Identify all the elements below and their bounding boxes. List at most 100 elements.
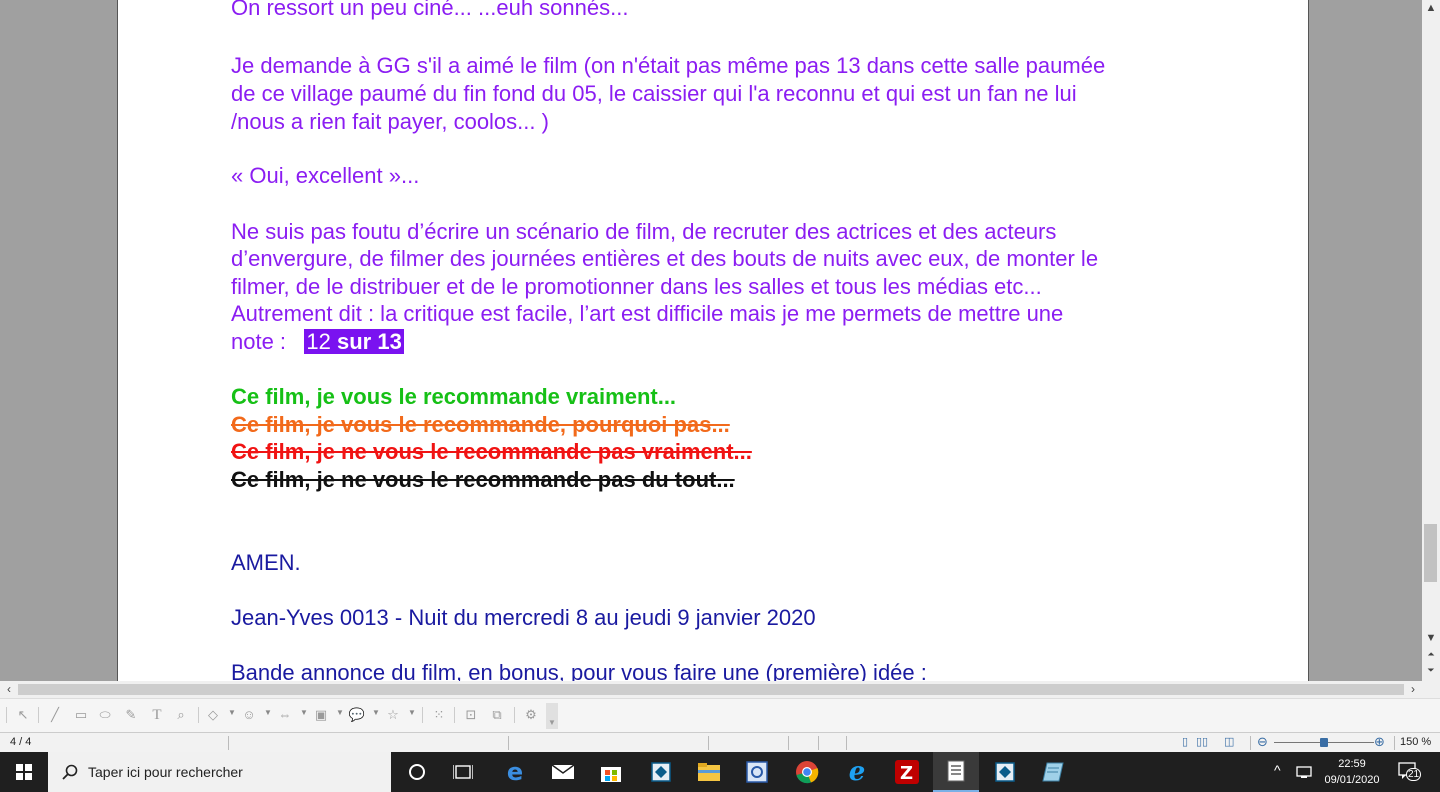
paragraph-line: « Oui, excellent »... — [231, 163, 420, 188]
libreoffice-draw-icon[interactable] — [933, 752, 979, 792]
next-page-icon[interactable]: ⏷ — [1422, 662, 1440, 678]
toggle-extrusion-icon[interactable]: ⚙ — [522, 707, 540, 723]
search-icon — [62, 764, 78, 780]
chevron-down-icon[interactable]: ▼ — [372, 708, 380, 717]
toolbar-separator — [514, 707, 515, 723]
trailer-text: Bande annonce du film, en bonus, pour vo… — [231, 660, 927, 681]
multi-page-view-icon[interactable]: ▯▯ — [1196, 735, 1208, 748]
recommendation-1: Ce film, je vous le recommande vraiment.… — [231, 384, 677, 409]
filezilla-icon[interactable]: Z — [884, 752, 930, 792]
callout-tool-icon[interactable]: ⌕ — [172, 707, 190, 723]
chrome-icon[interactable] — [784, 752, 830, 792]
show-hidden-icons-icon[interactable]: ^ — [1274, 762, 1281, 778]
notepad-icon[interactable] — [1030, 752, 1076, 792]
drawing-toolbar: ↖ ╱ ▭ ⬭ ✎ T ⌕ ◇ ▼ ☺ ▼ ⇔ ▼ ▣ ▼ 💬 ▼ ☆ ▼ ⁙ … — [0, 698, 1440, 733]
previous-page-icon[interactable]: ⏶ — [1422, 646, 1440, 662]
horizontal-scroll-thumb[interactable] — [18, 684, 1404, 695]
chevron-down-icon[interactable]: ▼ — [408, 708, 416, 717]
chevron-down-icon[interactable]: ▼ — [264, 708, 272, 717]
rectangle-tool-icon[interactable]: ▭ — [72, 707, 90, 723]
search-placeholder: Taper ici pour rechercher — [88, 764, 243, 780]
scroll-right-arrow-icon[interactable]: › — [1404, 681, 1422, 698]
toolbar-separator — [38, 707, 39, 723]
single-page-view-icon[interactable]: ▯ — [1182, 735, 1188, 748]
vertical-scroll-thumb[interactable] — [1424, 524, 1437, 582]
block-arrows-icon[interactable]: ⇔ — [276, 707, 294, 723]
windows-taskbar: Taper ici pour rechercher e e Z ^ 22:59 … — [0, 752, 1440, 792]
note-rest: sur 13 — [330, 329, 402, 354]
line-tool-icon[interactable]: ╱ — [46, 707, 64, 723]
recommendation-2: Ce film, je vous le recommande, pourquoi… — [231, 412, 730, 437]
notification-count: 21 — [1406, 768, 1422, 781]
notification-center-icon[interactable]: 21 — [1398, 762, 1422, 782]
chevron-down-icon[interactable]: ▼ — [300, 708, 308, 717]
amen-text: AMEN. — [231, 550, 301, 575]
taskbar-clock[interactable]: 22:59 09/01/2020 — [1318, 756, 1386, 788]
book-view-icon[interactable]: ◫ — [1224, 735, 1234, 748]
symbol-shapes-icon[interactable]: ☺ — [240, 707, 258, 723]
signature-text: Jean-Yves 0013 - Nuit du mercredi 8 au j… — [231, 605, 816, 630]
status-separator — [1394, 736, 1395, 750]
file-explorer-icon[interactable] — [686, 752, 732, 792]
windows-start-icon[interactable] — [0, 752, 48, 792]
app-icon-2[interactable] — [982, 752, 1028, 792]
svg-text:Z: Z — [900, 763, 913, 784]
toolbar-separator — [422, 707, 423, 723]
status-separator — [228, 736, 229, 750]
status-separator — [708, 736, 709, 750]
status-separator — [818, 736, 819, 750]
toolbar-overflow-icon[interactable]: ▼ — [546, 703, 558, 729]
freeform-tool-icon[interactable]: ✎ — [122, 707, 140, 723]
zoom-out-icon[interactable]: ⊖ — [1257, 734, 1268, 750]
zoom-slider-knob[interactable] — [1320, 738, 1328, 747]
status-separator — [846, 736, 847, 750]
points-icon[interactable]: ⁙ — [430, 707, 448, 723]
extrusion-icon[interactable]: ⧉ — [488, 707, 506, 723]
zoom-level[interactable]: 150 % — [1400, 736, 1431, 748]
chevron-down-icon[interactable]: ▼ — [228, 708, 236, 717]
note-value: 12 — [306, 329, 331, 354]
app-icon[interactable] — [638, 752, 684, 792]
toolbar-separator — [198, 707, 199, 723]
internet-explorer-icon[interactable]: e — [834, 752, 880, 792]
vertical-scrollbar[interactable]: ▲ ▼ ⏶ ⏷ — [1422, 0, 1440, 681]
scroll-down-arrow-icon[interactable]: ▼ — [1422, 630, 1440, 646]
paragraph-line: de ce village paumé du fin fond du 05, l… — [231, 81, 1077, 106]
cortana-icon[interactable] — [394, 752, 440, 792]
status-separator — [508, 736, 509, 750]
select-tool-icon[interactable]: ↖ — [14, 707, 32, 723]
paragraph-line: d’envergure, de filmer des journées enti… — [231, 246, 1099, 271]
recommendation-4: Ce film, je ne vous le recommande pas du… — [231, 467, 735, 492]
paragraph-line: Autrement dit : la critique est facile, … — [231, 301, 1064, 326]
document-viewport[interactable]: On ressort un peu ciné... ...euh sonnés.… — [0, 0, 1422, 681]
edge-icon[interactable]: e — [492, 752, 538, 792]
ellipse-tool-icon[interactable]: ⬭ — [96, 707, 114, 723]
stars-icon[interactable]: ☆ — [384, 707, 402, 723]
text-tool-icon[interactable]: T — [148, 707, 166, 723]
note-highlight: 12 sur 13 — [304, 329, 404, 354]
basic-shapes-icon[interactable]: ◇ — [204, 707, 222, 723]
clock-time: 22:59 — [1338, 758, 1366, 770]
note-line: note : 12 sur 13 — [231, 328, 404, 356]
outlook-icon[interactable] — [734, 752, 780, 792]
paragraph-line: On ressort un peu ciné... ...euh sonnés.… — [231, 0, 629, 20]
scroll-up-arrow-icon[interactable]: ▲ — [1422, 0, 1440, 16]
note-prefix: note : — [231, 329, 287, 354]
store-icon[interactable] — [588, 752, 634, 792]
zoom-in-icon[interactable]: ⊕ — [1374, 734, 1385, 750]
paragraph-line: filmer, de le distribuer et de le promot… — [231, 274, 1042, 299]
scroll-left-arrow-icon[interactable]: ‹ — [0, 681, 18, 698]
mail-icon[interactable] — [540, 752, 586, 792]
network-icon[interactable] — [1296, 765, 1314, 779]
taskbar-search-box[interactable]: Taper ici pour rechercher — [48, 752, 391, 792]
task-view-icon[interactable] — [440, 752, 486, 792]
recommendation-3: Ce film, je ne vous le recommande pas vr… — [231, 439, 752, 464]
toolbar-separator — [454, 707, 455, 723]
document-page[interactable]: On ressort un peu ciné... ...euh sonnés.… — [117, 0, 1309, 681]
callouts-icon[interactable]: 💬 — [348, 707, 366, 723]
paragraph-line: Ne suis pas foutu d’écrire un scénario d… — [231, 219, 1057, 244]
flowchart-icon[interactable]: ▣ — [312, 707, 330, 723]
chevron-down-icon[interactable]: ▼ — [336, 708, 344, 717]
horizontal-scrollbar[interactable]: ‹ › — [0, 681, 1422, 698]
fontwork-icon[interactable]: ⊡ — [462, 707, 480, 723]
